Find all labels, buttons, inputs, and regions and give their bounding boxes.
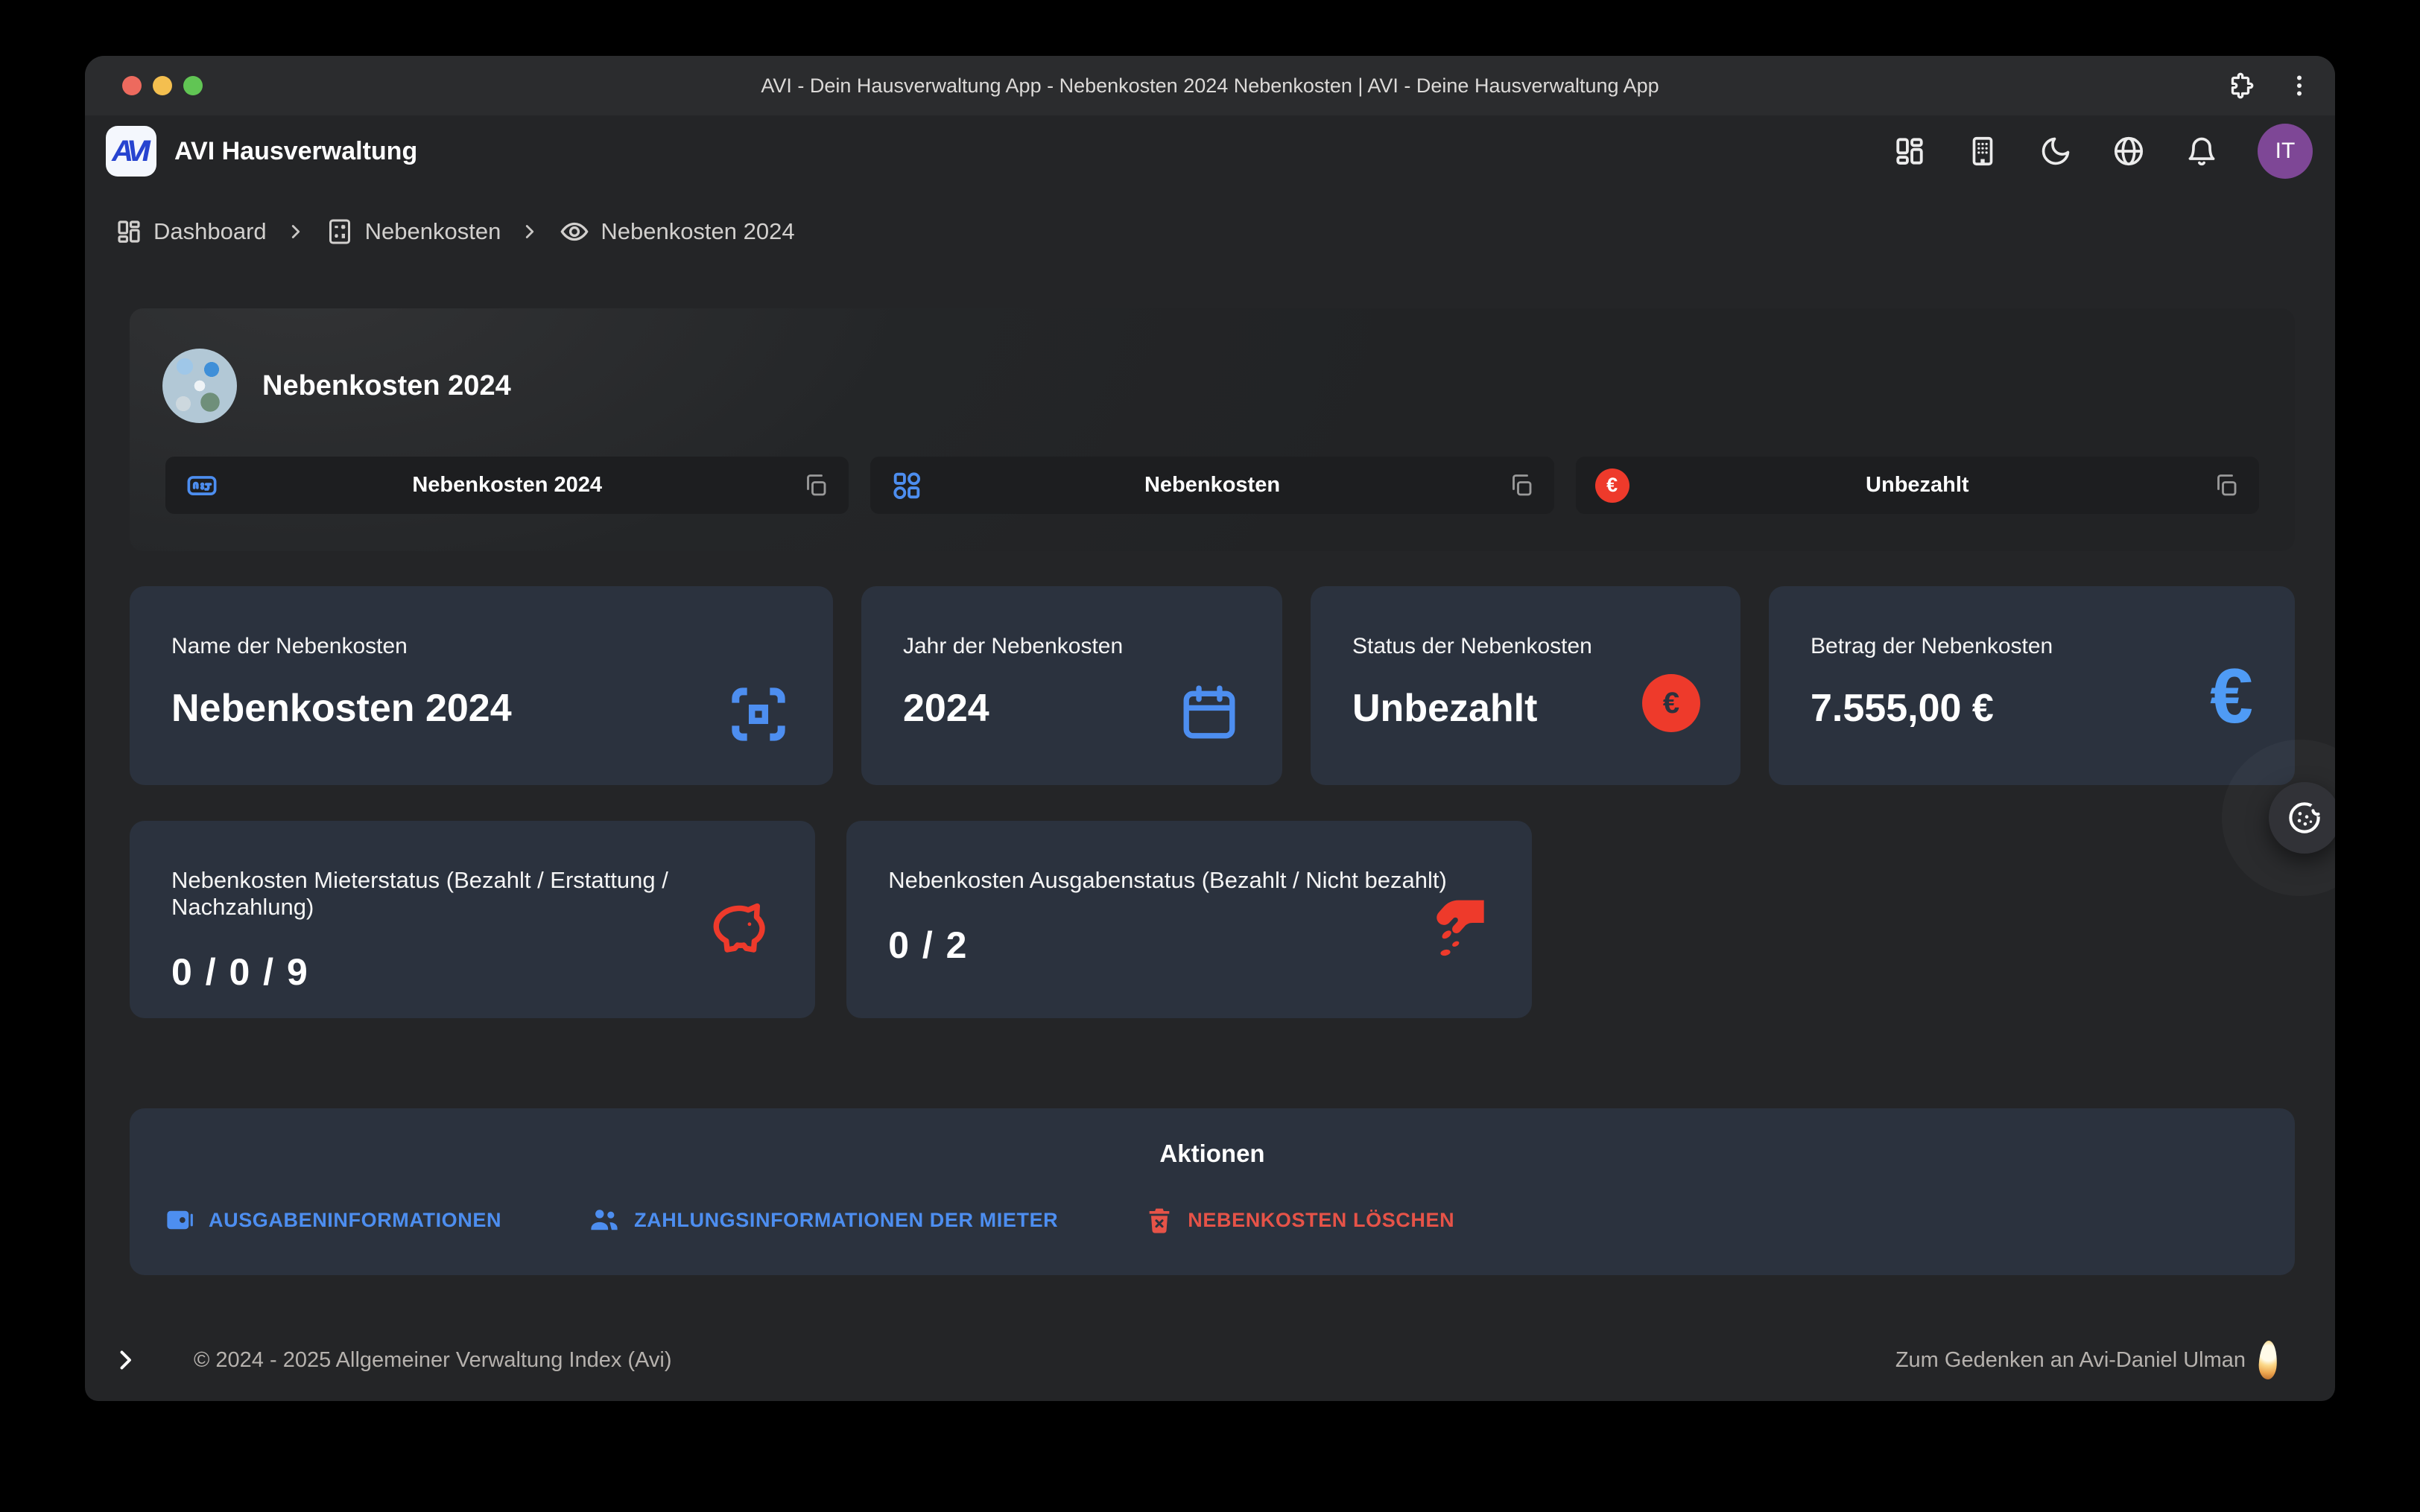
browser-tab-title: AVI - Dein Hausverwaltung App - Nebenkos…	[308, 56, 2112, 115]
record-header-card: Nebenkosten 2024 Nebenkosten 2024	[130, 308, 2295, 551]
cookie-settings-button[interactable]	[2269, 782, 2335, 854]
copy-icon[interactable]	[802, 472, 829, 499]
copy-icon[interactable]	[2213, 472, 2240, 499]
rename-field-icon	[185, 468, 219, 503]
extensions-icon[interactable]	[2225, 70, 2256, 101]
zoom-window-button[interactable]	[183, 76, 203, 95]
piggy-bank-icon	[696, 889, 773, 967]
action-label: ZAHLUNGSINFORMATIONEN DER MIETER	[634, 1209, 1058, 1232]
stat-label: Betrag der Nebenkosten	[1811, 634, 2253, 659]
breadcrumb-dashboard[interactable]: Dashboard	[115, 217, 267, 246]
breadcrumb-nebenkosten-2024[interactable]: Nebenkosten 2024	[559, 216, 794, 247]
stat-card-name: Name der Nebenkosten Nebenkosten 2024	[130, 586, 833, 785]
copy-icon[interactable]	[1508, 472, 1535, 499]
stat-label: Name der Nebenkosten	[171, 634, 791, 659]
delete-icon	[1144, 1205, 1174, 1235]
action-label: AUSGABENINFORMATIONEN	[209, 1209, 501, 1232]
chip-category: Nebenkosten	[870, 457, 1553, 514]
euro-icon: €	[2210, 658, 2253, 735]
dashboard-grid-icon	[115, 217, 143, 246]
breadcrumb-label: Dashboard	[153, 218, 267, 245]
user-avatar[interactable]: IT	[2258, 124, 2313, 179]
breadcrumb-label: Nebenkosten	[365, 218, 501, 245]
wide-stat-label: Nebenkosten Ausgabenstatus (Bezahlt / Ni…	[888, 867, 1490, 894]
tenant-payments-button[interactable]: ZAHLUNGSINFORMATIONEN DER MIETER	[588, 1204, 1058, 1236]
candle-flame-icon	[2258, 1340, 2278, 1379]
wide-stat-value: 0 / 2	[888, 924, 1490, 967]
chevron-right-icon	[519, 220, 541, 243]
stat-value: Nebenkosten 2024	[171, 686, 791, 731]
close-window-button[interactable]	[122, 76, 142, 95]
expense-status-card: Nebenkosten Ausgabenstatus (Bezahlt / Ni…	[846, 821, 1532, 1018]
delete-nebenkosten-button[interactable]: NEBENKOSTEN LÖSCHEN	[1144, 1205, 1454, 1235]
calendar-icon	[1176, 680, 1242, 749]
stat-card-status: Status der Nebenkosten Unbezahlt €	[1311, 586, 1740, 785]
dark-mode-moon-icon[interactable]	[2039, 134, 2073, 168]
chip-label: Unbezahlt	[1658, 473, 2177, 498]
wide-stat-label: Nebenkosten Mieterstatus (Bezahlt / Erst…	[171, 867, 773, 921]
app-header: AVI AVI Hausverwaltung	[85, 115, 2335, 187]
hand-coins-icon	[1416, 889, 1490, 964]
eye-icon	[559, 216, 590, 247]
dashboard-grid-icon[interactable]	[1892, 134, 1927, 168]
stat-label: Jahr der Nebenkosten	[903, 634, 1241, 659]
record-title: Nebenkosten 2024	[262, 370, 511, 402]
cookie-icon	[2285, 798, 2324, 837]
euro-badge-icon: €	[1595, 468, 1629, 503]
expense-info-button[interactable]: AUSGABENINFORMATIONEN	[164, 1204, 501, 1236]
memorial-text: Zum Gedenken an Avi-Daniel Ulman	[1895, 1348, 2246, 1373]
browser-menu-kebab-icon[interactable]	[2286, 72, 2313, 99]
actions-title: Aktionen	[130, 1140, 2295, 1168]
browser-titlebar: AVI - Dein Hausverwaltung App - Nebenkos…	[85, 56, 2335, 115]
browser-window: AVI - Dein Hausverwaltung App - Nebenkos…	[85, 56, 2335, 1401]
tenant-status-card: Nebenkosten Mieterstatus (Bezahlt / Erst…	[130, 821, 815, 1018]
breadcrumb-nebenkosten[interactable]: Nebenkosten	[325, 217, 501, 247]
stat-card-amount: Betrag der Nebenkosten 7.555,00 € €	[1769, 586, 2295, 785]
traffic-lights	[122, 76, 203, 95]
chip-label: Nebenkosten 2024	[247, 473, 767, 498]
notifications-bell-icon[interactable]	[2185, 134, 2219, 168]
app-logo[interactable]: AVI	[106, 126, 156, 177]
category-icon	[890, 468, 924, 503]
footer: © 2024 - 2025 Allgemeiner Verwaltung Ind…	[112, 1334, 2277, 1386]
copyright-text: © 2024 - 2025 Allgemeiner Verwaltung Ind…	[194, 1348, 671, 1373]
chip-status: € Unbezahlt	[1576, 457, 2259, 514]
chip-label: Nebenkosten	[952, 473, 1472, 498]
language-globe-icon[interactable]	[2112, 134, 2146, 168]
wallet-icon	[164, 1204, 195, 1236]
wide-stat-value: 0 / 0 / 9	[171, 950, 773, 994]
breadcrumb-label: Nebenkosten 2024	[601, 218, 794, 245]
minimize-window-button[interactable]	[153, 76, 172, 95]
building-icon[interactable]	[1966, 134, 2000, 168]
chevron-right-icon	[285, 220, 307, 243]
action-label: NEBENKOSTEN LÖSCHEN	[1188, 1209, 1454, 1232]
footer-expand-chevron-icon[interactable]	[112, 1347, 139, 1373]
focus-frame-icon	[724, 680, 793, 752]
tenants-icon	[588, 1204, 621, 1236]
app-name: AVI Hausverwaltung	[174, 137, 417, 166]
chip-name: Nebenkosten 2024	[165, 457, 849, 514]
stat-card-year: Jahr der Nebenkosten 2024	[861, 586, 1282, 785]
app-logo-text: AVI	[112, 135, 151, 168]
breadcrumb: Dashboard Nebenkosten Nebenkosten 2024	[115, 211, 795, 252]
euro-badge-icon: €	[1642, 674, 1700, 732]
calculator-icon	[325, 217, 355, 247]
stat-label: Status der Nebenkosten	[1352, 634, 1699, 659]
stat-value: 7.555,00 €	[1811, 686, 2253, 731]
actions-card: Aktionen AUSGABENINFORMATIONEN ZAHLUNGSI…	[130, 1108, 2295, 1275]
record-avatar-image	[162, 349, 237, 423]
